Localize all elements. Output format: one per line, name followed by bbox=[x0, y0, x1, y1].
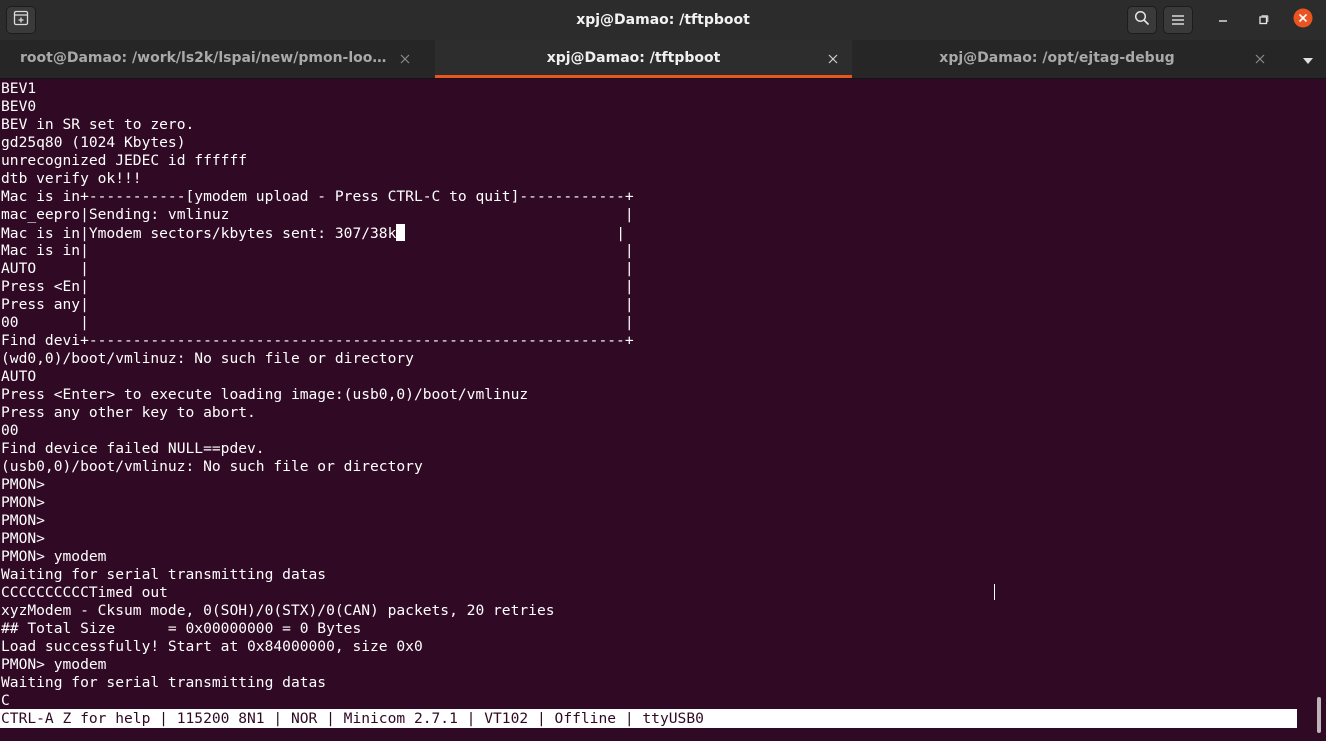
terminal-line: Find devi+------------------------------… bbox=[1, 332, 634, 349]
terminal-line: Waiting for serial transmitting datas bbox=[1, 566, 327, 583]
close-icon bbox=[1255, 49, 1265, 68]
terminal-line: Mac is in+-----------[ymodem upload - Pr… bbox=[1, 188, 634, 205]
minicom-status-bar: CTRL-A Z for help | 115200 8N1 | NOR | M… bbox=[0, 709, 1297, 728]
terminal-line: Press <Enter> to execute loading image:(… bbox=[1, 386, 529, 403]
mouse-ibeam-cursor bbox=[994, 584, 995, 600]
tab-close-button[interactable] bbox=[1253, 51, 1267, 65]
dialog-border: | bbox=[405, 225, 626, 242]
terminal-output[interactable]: C Waiting for serial transmitting datas PM… bbox=[0, 79, 1326, 741]
tab-tftpboot[interactable]: xpj@Damao: /tftpboot bbox=[435, 40, 852, 78]
chevron-down-icon bbox=[1302, 50, 1314, 69]
menu-button[interactable] bbox=[1163, 6, 1193, 34]
terminal-line: PMON> bbox=[1, 530, 45, 547]
tab-label: xpj@Damao: /opt/ejtag-debug bbox=[939, 50, 1175, 66]
terminal-line: dtb verify ok!!! bbox=[1, 170, 142, 187]
terminal-line: PMON> ymodem bbox=[1, 548, 107, 565]
terminal-line: BEV in SR set to zero. bbox=[1, 116, 195, 133]
terminal-line: Mac is in| | bbox=[1, 242, 634, 259]
new-tab-icon bbox=[13, 10, 29, 30]
tab-root-pmon[interactable]: root@Damao: /work/ls2k/lspai/new/pmon-lo… bbox=[0, 40, 435, 78]
new-tab-button[interactable] bbox=[6, 6, 36, 34]
terminal-line: CCCCCCCCCCTimed out bbox=[1, 584, 168, 601]
terminal-line: C bbox=[1, 692, 10, 709]
terminal-line: mac_eepro|Sending: vmlinuz | bbox=[1, 206, 634, 223]
terminal-line: AUTO bbox=[1, 368, 37, 385]
terminal-line: 00 | | bbox=[1, 314, 634, 331]
tab-label: root@Damao: /work/ls2k/lspai/new/pmon-lo… bbox=[20, 50, 409, 66]
terminal-line: Press any other key to abort. bbox=[1, 404, 256, 421]
terminal-line: Find device failed NULL==pdev. bbox=[1, 440, 265, 457]
terminal-line: Press <En| | bbox=[1, 278, 634, 295]
terminal-line: unrecognized JEDEC id ffffff bbox=[1, 152, 248, 169]
close-button[interactable] bbox=[1288, 6, 1318, 34]
terminal-line: Load successfully! Start at 0x84000000, … bbox=[1, 638, 423, 655]
tab-label: xpj@Damao: /tftpboot bbox=[546, 50, 721, 66]
hamburger-menu-icon bbox=[1171, 11, 1185, 30]
maximize-button[interactable] bbox=[1248, 6, 1278, 34]
terminal-line: xyzModem - Cksum mode, 0(SOH)/0(STX)/0(C… bbox=[1, 602, 555, 619]
header-bar: xpj@Damao: /tftpboot bbox=[0, 0, 1326, 41]
search-icon bbox=[1134, 10, 1150, 30]
tab-list-menu-button[interactable] bbox=[1300, 53, 1316, 65]
close-icon bbox=[400, 49, 410, 68]
scrollbar-thumb[interactable] bbox=[1317, 697, 1321, 733]
minimize-icon bbox=[1217, 11, 1229, 30]
terminal-line: (usb0,0)/boot/vmlinuz: No such file or d… bbox=[1, 458, 423, 475]
terminal-line: gd25q80 (1024 Kbytes) bbox=[1, 134, 186, 151]
terminal-line: AUTO | | bbox=[1, 260, 634, 277]
terminal-line-text: Mac is in|Ymodem sectors/kbytes sent: 30… bbox=[1, 225, 397, 242]
tab-close-button[interactable] bbox=[826, 51, 840, 65]
terminal-line: PMON> bbox=[1, 512, 45, 529]
terminal-line: 00 bbox=[1, 422, 19, 439]
search-button[interactable] bbox=[1127, 6, 1157, 34]
tab-bar: root@Damao: /work/ls2k/lspai/new/pmon-lo… bbox=[0, 40, 1326, 79]
terminal-line: Waiting for serial transmitting datas bbox=[1, 674, 327, 691]
maximize-icon bbox=[1257, 11, 1269, 30]
terminal-line: BEV1 bbox=[1, 80, 37, 97]
terminal-line: PMON> bbox=[1, 476, 45, 493]
status-line: CTRL-A Z for help | 115200 8N1 | NOR | M… bbox=[1, 710, 704, 727]
terminal-line: BEV0 bbox=[1, 98, 37, 115]
tab-close-button[interactable] bbox=[398, 51, 412, 65]
terminal-line: Mac is in|Ymodem sectors/kbytes sent: 30… bbox=[1, 224, 625, 242]
close-icon bbox=[1293, 8, 1313, 32]
terminal-window: xpj@Damao: /tftpboot root@Damao: /work/l… bbox=[0, 0, 1326, 741]
terminal-line: ## Total Size = 0x00000000 = 0 Bytes bbox=[1, 620, 362, 637]
terminal-line: (wd0,0)/boot/vmlinuz: No such file or di… bbox=[1, 350, 414, 367]
terminal-scrollbar[interactable] bbox=[1312, 79, 1326, 741]
close-icon bbox=[828, 49, 838, 68]
minimize-button[interactable] bbox=[1208, 6, 1238, 34]
terminal-line: PMON> bbox=[1, 494, 45, 511]
terminal-line: PMON> ymodem bbox=[1, 656, 107, 673]
terminal-line: Press any| | bbox=[1, 296, 634, 313]
tab-ejtag-debug[interactable]: xpj@Damao: /opt/ejtag-debug bbox=[852, 40, 1282, 78]
